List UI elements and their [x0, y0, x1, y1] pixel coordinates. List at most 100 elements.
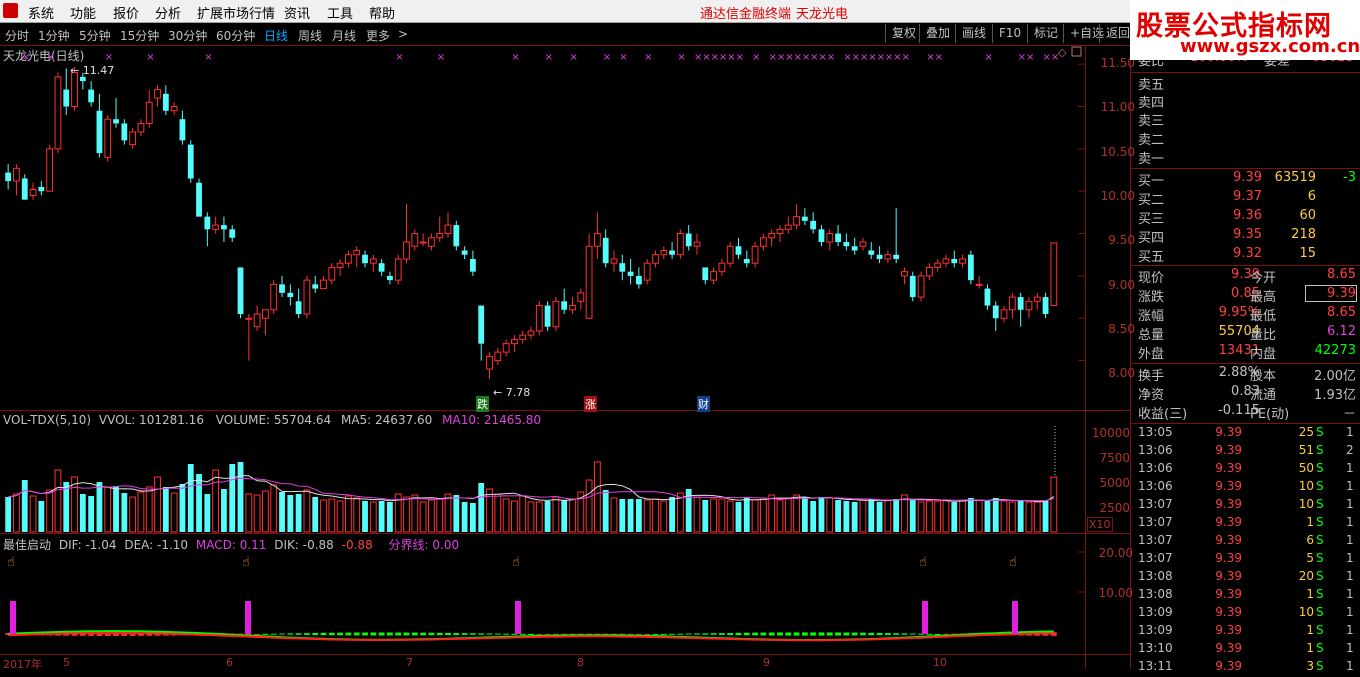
buy-level-volume: 6 — [1307, 189, 1316, 204]
period-15min[interactable]: 15分钟 — [120, 27, 159, 44]
menu-extended-market[interactable]: 扩展市场行情 — [197, 3, 275, 22]
signal-x-mark: × — [926, 52, 934, 63]
volume-bar-up — [751, 499, 759, 533]
period-30min[interactable]: 30分钟 — [168, 27, 207, 44]
stat-low: 8.65 — [1327, 305, 1356, 320]
volume-bar-down — [843, 501, 850, 532]
volume-bar-down — [362, 501, 368, 532]
candle-body-down — [461, 250, 468, 255]
macd-bar — [411, 632, 418, 636]
volume-bar-up — [593, 461, 601, 533]
candle-body-down — [453, 225, 460, 247]
macd-bar — [785, 632, 792, 636]
tick-row: 13:07 9.39 10 S 1 — [1136, 497, 1360, 515]
period-weekly[interactable]: 周线 — [298, 27, 322, 44]
macd-bar — [768, 632, 775, 636]
volume-bar-up — [212, 469, 220, 533]
macd-bar — [901, 633, 908, 635]
menu-system[interactable]: 系统 — [28, 3, 54, 22]
marker-finance[interactable]: 财 — [697, 396, 710, 412]
stat-label: 今开 — [1250, 271, 1277, 286]
stat-label: 最高 — [1250, 290, 1277, 305]
tick-volume: 10 — [1298, 605, 1314, 619]
menu-news[interactable]: 资讯 — [284, 3, 310, 22]
macd-bar — [486, 633, 493, 635]
tick-side: S — [1316, 479, 1324, 493]
macd-bar — [793, 632, 800, 636]
tick-price: 9.39 — [1215, 659, 1242, 673]
signal-x-mark: × — [146, 52, 154, 63]
candle-body-down — [967, 254, 974, 281]
volume-bar-up — [1033, 501, 1041, 533]
menu-analysis[interactable]: 分析 — [155, 3, 181, 22]
signal-x-mark: × — [777, 52, 785, 63]
volume-bar-up — [917, 501, 925, 533]
period-daily[interactable]: 日线 — [264, 27, 288, 44]
macd-bar — [353, 632, 360, 636]
candle-body-down — [561, 301, 568, 310]
macd-bar — [362, 632, 368, 636]
signal-x-mark: × — [860, 52, 868, 63]
tick-side: S — [1316, 461, 1324, 475]
menu-function[interactable]: 功能 — [70, 3, 96, 22]
candle-body-up — [46, 148, 54, 192]
tick-time: 13:07 — [1138, 551, 1173, 565]
macd-bar — [743, 632, 750, 636]
stat-label: 收益(三) — [1138, 407, 1188, 422]
volume-bar-up — [494, 493, 502, 533]
stat-capital: 2.00亿 — [1314, 369, 1356, 384]
macd-bar — [320, 632, 327, 636]
candle-body-up — [593, 233, 601, 247]
candle-body-up — [403, 241, 410, 260]
period-monthly[interactable]: 月线 — [332, 27, 356, 44]
candle-body-up — [751, 245, 759, 264]
menu-tools[interactable]: 工具 — [327, 3, 353, 22]
period-5min[interactable]: 5分钟 — [79, 27, 111, 44]
candle-body-up — [901, 271, 908, 277]
macd-bar — [420, 632, 427, 636]
stat-label: 净资 — [1138, 388, 1165, 403]
volume-bar-up — [643, 499, 651, 533]
period-more[interactable]: 更多 — [366, 27, 390, 44]
marker-down[interactable]: 跌 — [476, 396, 489, 412]
overlay-button[interactable]: 叠加 — [919, 24, 956, 43]
volume-bar-up — [270, 484, 278, 533]
candle-body-up — [54, 76, 62, 150]
volume-bar-up — [1008, 501, 1016, 533]
candle-body-down — [685, 233, 692, 247]
adjust-button[interactable]: 复权 — [885, 24, 922, 43]
buy-level-row: 买四 9.35 218 — [1136, 227, 1360, 246]
draw-button[interactable]: 画线 — [955, 24, 992, 43]
tick-count: 1 — [1346, 497, 1354, 511]
tick-volume: 6 — [1306, 533, 1314, 547]
low-value: 7.78 — [505, 386, 531, 399]
signal-x-mark: × — [735, 52, 743, 63]
candle-body-down — [619, 263, 626, 272]
menu-quotes[interactable]: 报价 — [113, 3, 139, 22]
kline-chart[interactable]: × × × × × × × × × × × × × × × × × × × × × × × × × × × × × × × × × × × × × × × ×… — [0, 46, 1085, 654]
volume-bar-up — [444, 493, 452, 533]
date-axis-label: 10 — [933, 656, 947, 669]
volume-bar-up — [13, 493, 20, 533]
hand-pointer-icon: ☝ — [919, 555, 927, 570]
macd-bar — [727, 632, 734, 636]
macd-bar — [461, 633, 468, 635]
candle-body-up — [643, 262, 651, 281]
marker-up[interactable]: 涨 — [584, 396, 597, 412]
chevron-right-icon[interactable]: > — [398, 27, 408, 41]
menu-help[interactable]: 帮助 — [369, 3, 395, 22]
period-60min[interactable]: 60分钟 — [216, 27, 255, 44]
f10-button[interactable]: F10 — [992, 24, 1027, 43]
signal-x-mark: × — [785, 52, 793, 63]
period-1min[interactable]: 1分钟 — [38, 27, 70, 44]
macd-bar — [453, 633, 460, 635]
candle-body-up — [245, 317, 253, 320]
volume-bar-down — [287, 495, 294, 532]
mark-button[interactable]: 标记 — [1027, 24, 1064, 43]
period-intraday[interactable]: 分时 — [5, 27, 29, 44]
hand-pointer-icon: ☝ — [512, 555, 520, 570]
stat-open: 8.65 — [1327, 267, 1356, 282]
price-axis-label: 10.50 — [1100, 145, 1135, 159]
sell-level-label: 卖三 — [1138, 114, 1165, 129]
signal-x-mark: × — [47, 52, 55, 63]
